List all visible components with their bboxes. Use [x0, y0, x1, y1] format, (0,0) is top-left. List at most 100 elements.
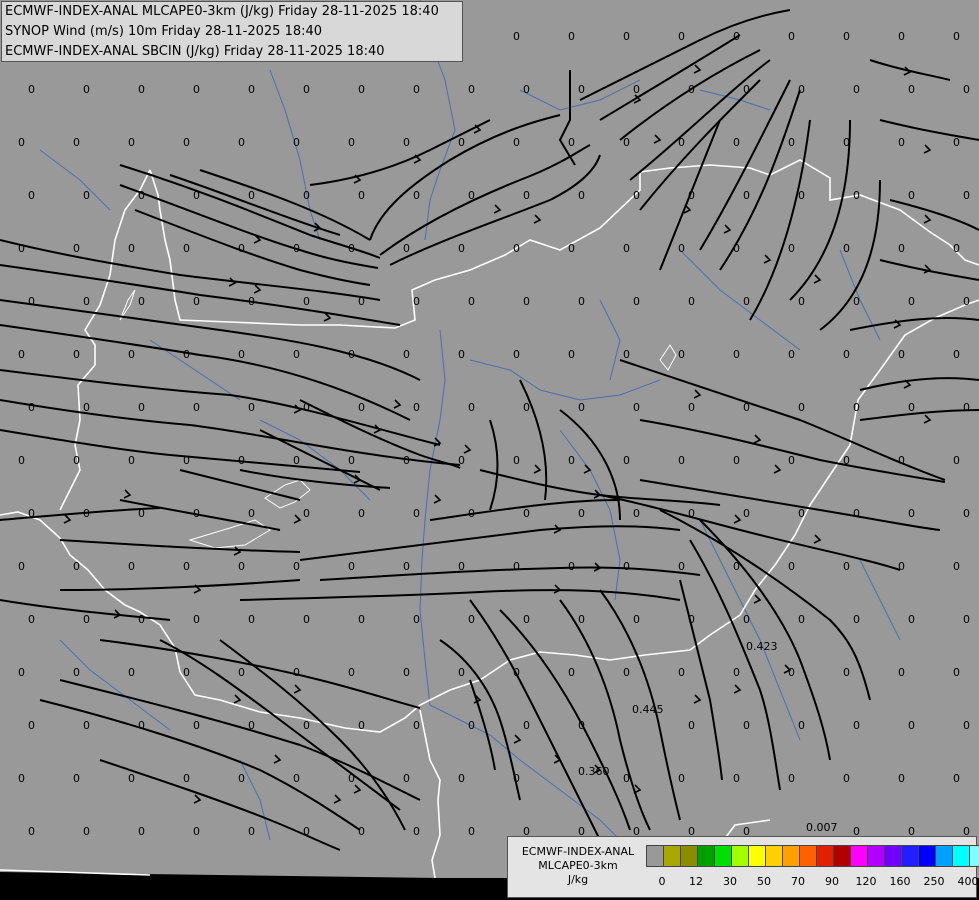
sbcin-value: 0: [853, 295, 860, 308]
sbcin-value: 0: [733, 560, 740, 573]
sbcin-value: 0: [403, 136, 410, 149]
legend-swatch: [953, 846, 970, 866]
legend-title: ECMWF-INDEX-ANAL MLCAPE0-3km J/kg: [512, 845, 644, 887]
sbcin-value: 0: [138, 83, 145, 96]
sbcin-value: 0: [403, 454, 410, 467]
sbcin-value: 0: [963, 719, 970, 732]
sbcin-value: 0: [623, 30, 630, 43]
sbcin-value: 0: [458, 772, 465, 785]
sbcin-value: 0: [138, 507, 145, 520]
sbcin-value: 0: [908, 295, 915, 308]
sbcin-value: 0: [633, 189, 640, 202]
sbcin-value: 0: [898, 560, 905, 573]
sbcin-value: 0: [843, 348, 850, 361]
sbcin-value: 0: [358, 613, 365, 626]
sbcin-value: 0: [183, 772, 190, 785]
sbcin-value: 0: [403, 772, 410, 785]
sbcin-value: 0: [953, 348, 960, 361]
sbcin-value: 0: [798, 189, 805, 202]
sbcin-value: 0: [18, 348, 25, 361]
sbcin-value: 0: [788, 30, 795, 43]
legend-swatch: [681, 846, 698, 866]
sbcin-value: 0: [293, 348, 300, 361]
sbcin-value: 0: [733, 136, 740, 149]
sbcin-value: 0: [128, 772, 135, 785]
sbcin-value: 0: [293, 242, 300, 255]
sbcin-value: 0: [578, 507, 585, 520]
sbcin-value: 0: [843, 136, 850, 149]
sbcin-value: 0: [678, 772, 685, 785]
sbcin-value: 0: [83, 401, 90, 414]
sbcin-value: 0: [128, 454, 135, 467]
sbcin-value: 0: [853, 189, 860, 202]
sbcin-value: 0: [843, 242, 850, 255]
sbcin-value: 0: [18, 136, 25, 149]
sbcin-value: 0: [908, 719, 915, 732]
sbcin-value: 0: [28, 719, 35, 732]
sbcin-value: 0: [908, 83, 915, 96]
sbcin-value: 0: [898, 242, 905, 255]
sbcin-value: 0: [788, 772, 795, 785]
sbcin-value: 0: [413, 401, 420, 414]
sbcin-value: 0: [458, 348, 465, 361]
sbcin-value: 0: [953, 454, 960, 467]
legend-swatch: [902, 846, 919, 866]
sbcin-value: 0: [523, 507, 530, 520]
sbcin-value: 0: [183, 136, 190, 149]
legend-tick-label: 250: [923, 875, 945, 888]
legend-swatch: [749, 846, 766, 866]
sbcin-value: 0: [358, 189, 365, 202]
sbcin-value: 0: [578, 189, 585, 202]
sbcin-value: 0: [523, 83, 530, 96]
sbcin-value: 0: [348, 454, 355, 467]
sbcin-value: 0: [358, 719, 365, 732]
sbcin-value: 0: [458, 560, 465, 573]
legend-tick-label: 120: [855, 875, 877, 888]
sbcin-value: 0: [193, 83, 200, 96]
sbcin-value: 0: [798, 613, 805, 626]
sbcin-value: 0: [413, 825, 420, 838]
legend-tick-label: 160: [889, 875, 911, 888]
sbcin-value: 0: [83, 189, 90, 202]
sbcin-value: 0: [908, 189, 915, 202]
sbcin-value: 0: [568, 454, 575, 467]
sbcin-value: 0: [688, 719, 695, 732]
sbcin-value: 0: [193, 295, 200, 308]
sbcin-value: 0: [843, 560, 850, 573]
legend-tick-label: 30: [723, 875, 737, 888]
sbcin-value: 0: [183, 348, 190, 361]
sbcin-value: 0: [743, 295, 750, 308]
sbcin-value: 0: [623, 242, 630, 255]
sbcin-value: 0: [83, 825, 90, 838]
sbcin-value: 0: [798, 83, 805, 96]
sbcin-value: 0: [238, 136, 245, 149]
legend-tick-label: 12: [689, 875, 703, 888]
legend-swatch: [868, 846, 885, 866]
sbcin-value: 0: [248, 295, 255, 308]
sbcin-value: 0: [898, 30, 905, 43]
sbcin-value: 0: [523, 719, 530, 732]
sbcin-value: 0: [513, 560, 520, 573]
sbcin-value: 0: [623, 772, 630, 785]
sbcin-value: 0: [963, 507, 970, 520]
sbcin-value: 0: [523, 401, 530, 414]
sbcin-value: 0: [953, 30, 960, 43]
sbcin-value: 0: [348, 560, 355, 573]
sbcin-value: 0: [908, 613, 915, 626]
sbcin-value: 0: [458, 666, 465, 679]
sbcin-value: 0: [953, 136, 960, 149]
sbcin-value: 0: [633, 613, 640, 626]
legend-tick-label: 70: [791, 875, 805, 888]
sbcin-value: 0: [28, 825, 35, 838]
sbcin-value: 0: [293, 136, 300, 149]
sbcin-value: 0: [293, 666, 300, 679]
map-title-box: ECMWF-INDEX-ANAL MLCAPE0-3km (J/kg) Frid…: [1, 1, 463, 62]
sbcin-value: 0: [348, 772, 355, 785]
sbcin-value: 0: [303, 507, 310, 520]
sbcin-value: 0: [358, 507, 365, 520]
sbcin-value: 0: [953, 666, 960, 679]
sbcin-value: 0: [743, 613, 750, 626]
sbcin-value: 0: [953, 560, 960, 573]
weather-map: 0 0 0 0 0 0 0 0 0 0 0 0 0 0 0 0 0 0 0 0 0 0 0 0 0 0 0 0 0 0 0 0 0 0 0 0 0 0 0 0…: [0, 0, 979, 900]
sbcin-value: 0: [413, 719, 420, 732]
